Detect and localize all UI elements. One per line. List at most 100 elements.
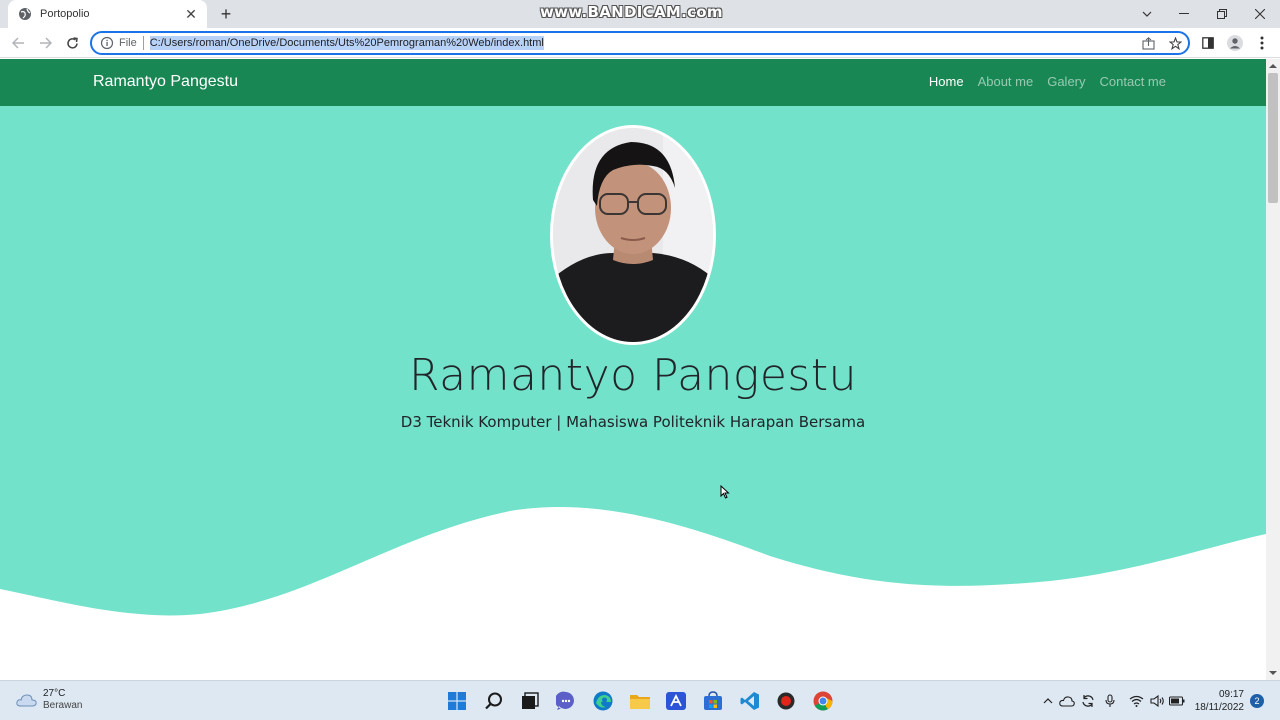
show-hidden-icons-button[interactable] [1040,693,1056,709]
battery-tray-button[interactable] [1169,693,1185,709]
app-button[interactable] [664,689,688,713]
start-button[interactable] [445,689,469,713]
browser-toolbar: File C:/Users/roman/OneDrive/Documents/U… [0,28,1280,58]
page-scrollbar[interactable] [1266,59,1280,680]
sync-tray-button[interactable] [1080,693,1096,709]
windows-taskbar: 27°C Berawan 09:17 18/11/2022 2 [0,680,1280,720]
hero-subtitle: D3 Teknik Komputer | Mahasiswa Politekni… [400,413,866,431]
scroll-down-icon[interactable] [1269,669,1277,677]
vscode-icon [740,692,759,710]
nav-links: Home About me Galery Contact me [929,74,1166,89]
file-explorer-button[interactable] [628,689,652,713]
share-icon [1141,36,1155,50]
info-icon[interactable] [100,36,114,50]
wifi-icon [1129,695,1143,707]
clock-time: 09:17 [1218,689,1244,700]
nav-about[interactable]: About me [978,74,1034,89]
notification-badge[interactable]: 2 [1250,694,1264,708]
hero-title: Ramantyo Pangestu [409,350,857,401]
site-brand[interactable]: Ramantyo Pangestu [93,73,238,91]
nav-home[interactable]: Home [929,74,964,89]
sync-icon [1082,695,1094,707]
wifi-tray-button[interactable] [1128,693,1144,709]
scroll-up-icon[interactable] [1269,62,1277,70]
scroll-thumb[interactable] [1268,73,1278,203]
address-separator [142,36,144,50]
cloud-icon [16,694,37,707]
mouse-cursor-icon [720,485,730,499]
chevron-down-icon [1142,11,1152,17]
globe-icon [19,8,31,20]
folder-icon [630,695,650,709]
new-tab-button[interactable]: + [216,4,236,24]
browser-tab[interactable]: Portopolio ✕ [8,0,207,28]
close-window-button[interactable] [1241,0,1279,28]
back-arrow-icon [11,37,24,49]
microphone-tray-button[interactable] [1102,693,1118,709]
side-panel-icon [1202,37,1214,49]
edge-button[interactable] [591,689,615,713]
site-navbar: Ramantyo Pangestu Home About me Galery C… [0,59,1266,106]
app-icon [666,692,686,710]
forward-arrow-icon [39,37,52,49]
restore-button[interactable] [1203,0,1241,28]
windows-start-icon [448,692,466,710]
record-icon [777,692,795,710]
reload-icon [66,36,78,49]
weather-widget[interactable]: 27°C Berawan [16,688,82,712]
chevron-up-icon [1043,698,1053,704]
hero-section: Ramantyo Pangestu D3 Teknik Komputer | M… [0,106,1266,680]
menu-button[interactable] [1252,33,1272,53]
url-text[interactable]: C:/Users/roman/OneDrive/Documents/Uts%20… [149,36,544,50]
store-button[interactable] [701,689,725,713]
task-view-icon [522,692,539,709]
battery-icon [1169,696,1185,706]
taskbar-search-button[interactable] [482,689,506,713]
chat-button[interactable] [554,689,578,713]
weather-condition: Berawan [43,700,83,711]
onedrive-tray-button[interactable] [1059,693,1075,709]
edge-icon [593,691,613,711]
minimize-icon [1179,13,1189,14]
bandicam-button[interactable] [774,689,798,713]
profile-button[interactable] [1225,33,1245,53]
chrome-icon [813,691,833,711]
share-button[interactable] [1138,33,1158,53]
restore-icon [1217,9,1227,19]
close-tab-icon[interactable]: ✕ [183,6,199,22]
minimize-button[interactable] [1165,0,1203,28]
tab-search-button[interactable] [1128,0,1166,28]
store-icon [704,691,722,710]
close-icon [1255,9,1265,19]
reload-button[interactable] [61,32,83,54]
volume-tray-button[interactable] [1149,693,1165,709]
chrome-button[interactable] [811,689,835,713]
profile-photo [550,125,716,345]
vscode-button[interactable] [738,689,762,713]
page-viewport: Ramantyo Pangestu Home About me Galery C… [0,59,1266,680]
search-icon [485,692,502,710]
person-photo [553,128,713,342]
more-vertical-icon [1260,36,1264,50]
bookmark-button[interactable] [1165,33,1185,53]
onedrive-icon [1059,696,1075,707]
url-scheme-label: File [119,37,137,49]
star-icon [1168,36,1182,50]
back-button[interactable] [7,32,29,54]
tab-title: Portopolio [40,8,90,20]
taskbar-clock[interactable]: 09:17 18/11/2022 [1192,688,1244,714]
task-view-button[interactable] [518,689,542,713]
side-panel-button[interactable] [1198,33,1218,53]
nav-contact[interactable]: Contact me [1100,74,1166,89]
recording-watermark: www.BANDICAM.com [540,3,723,21]
weather-temperature: 27°C [43,688,66,699]
browser-titlebar: Portopolio ✕ + www.BANDICAM.com [0,0,1280,28]
address-bar[interactable]: File C:/Users/roman/OneDrive/Documents/U… [90,31,1190,55]
clock-date: 18/11/2022 [1194,702,1244,713]
forward-button[interactable] [34,32,56,54]
profile-avatar-icon [1227,35,1243,51]
speaker-icon [1149,695,1164,707]
chat-icon [556,691,574,710]
microphone-icon [1105,694,1115,707]
nav-galery[interactable]: Galery [1047,74,1085,89]
